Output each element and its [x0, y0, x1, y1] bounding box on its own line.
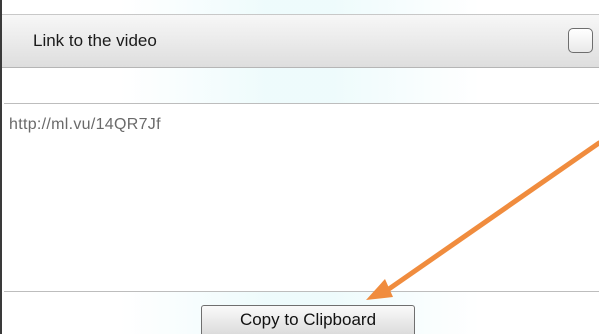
header-checkbox[interactable]	[568, 28, 593, 53]
screenshot-stage: Link to the video Copy to Clipboard	[0, 0, 599, 334]
dialog-title: Link to the video	[33, 31, 157, 50]
video-link-field[interactable]	[4, 103, 599, 292]
copy-to-clipboard-button[interactable]: Copy to Clipboard	[201, 305, 415, 334]
dialog-header: Link to the video	[2, 14, 599, 68]
share-link-dialog: Link to the video Copy to Clipboard	[0, 0, 599, 334]
